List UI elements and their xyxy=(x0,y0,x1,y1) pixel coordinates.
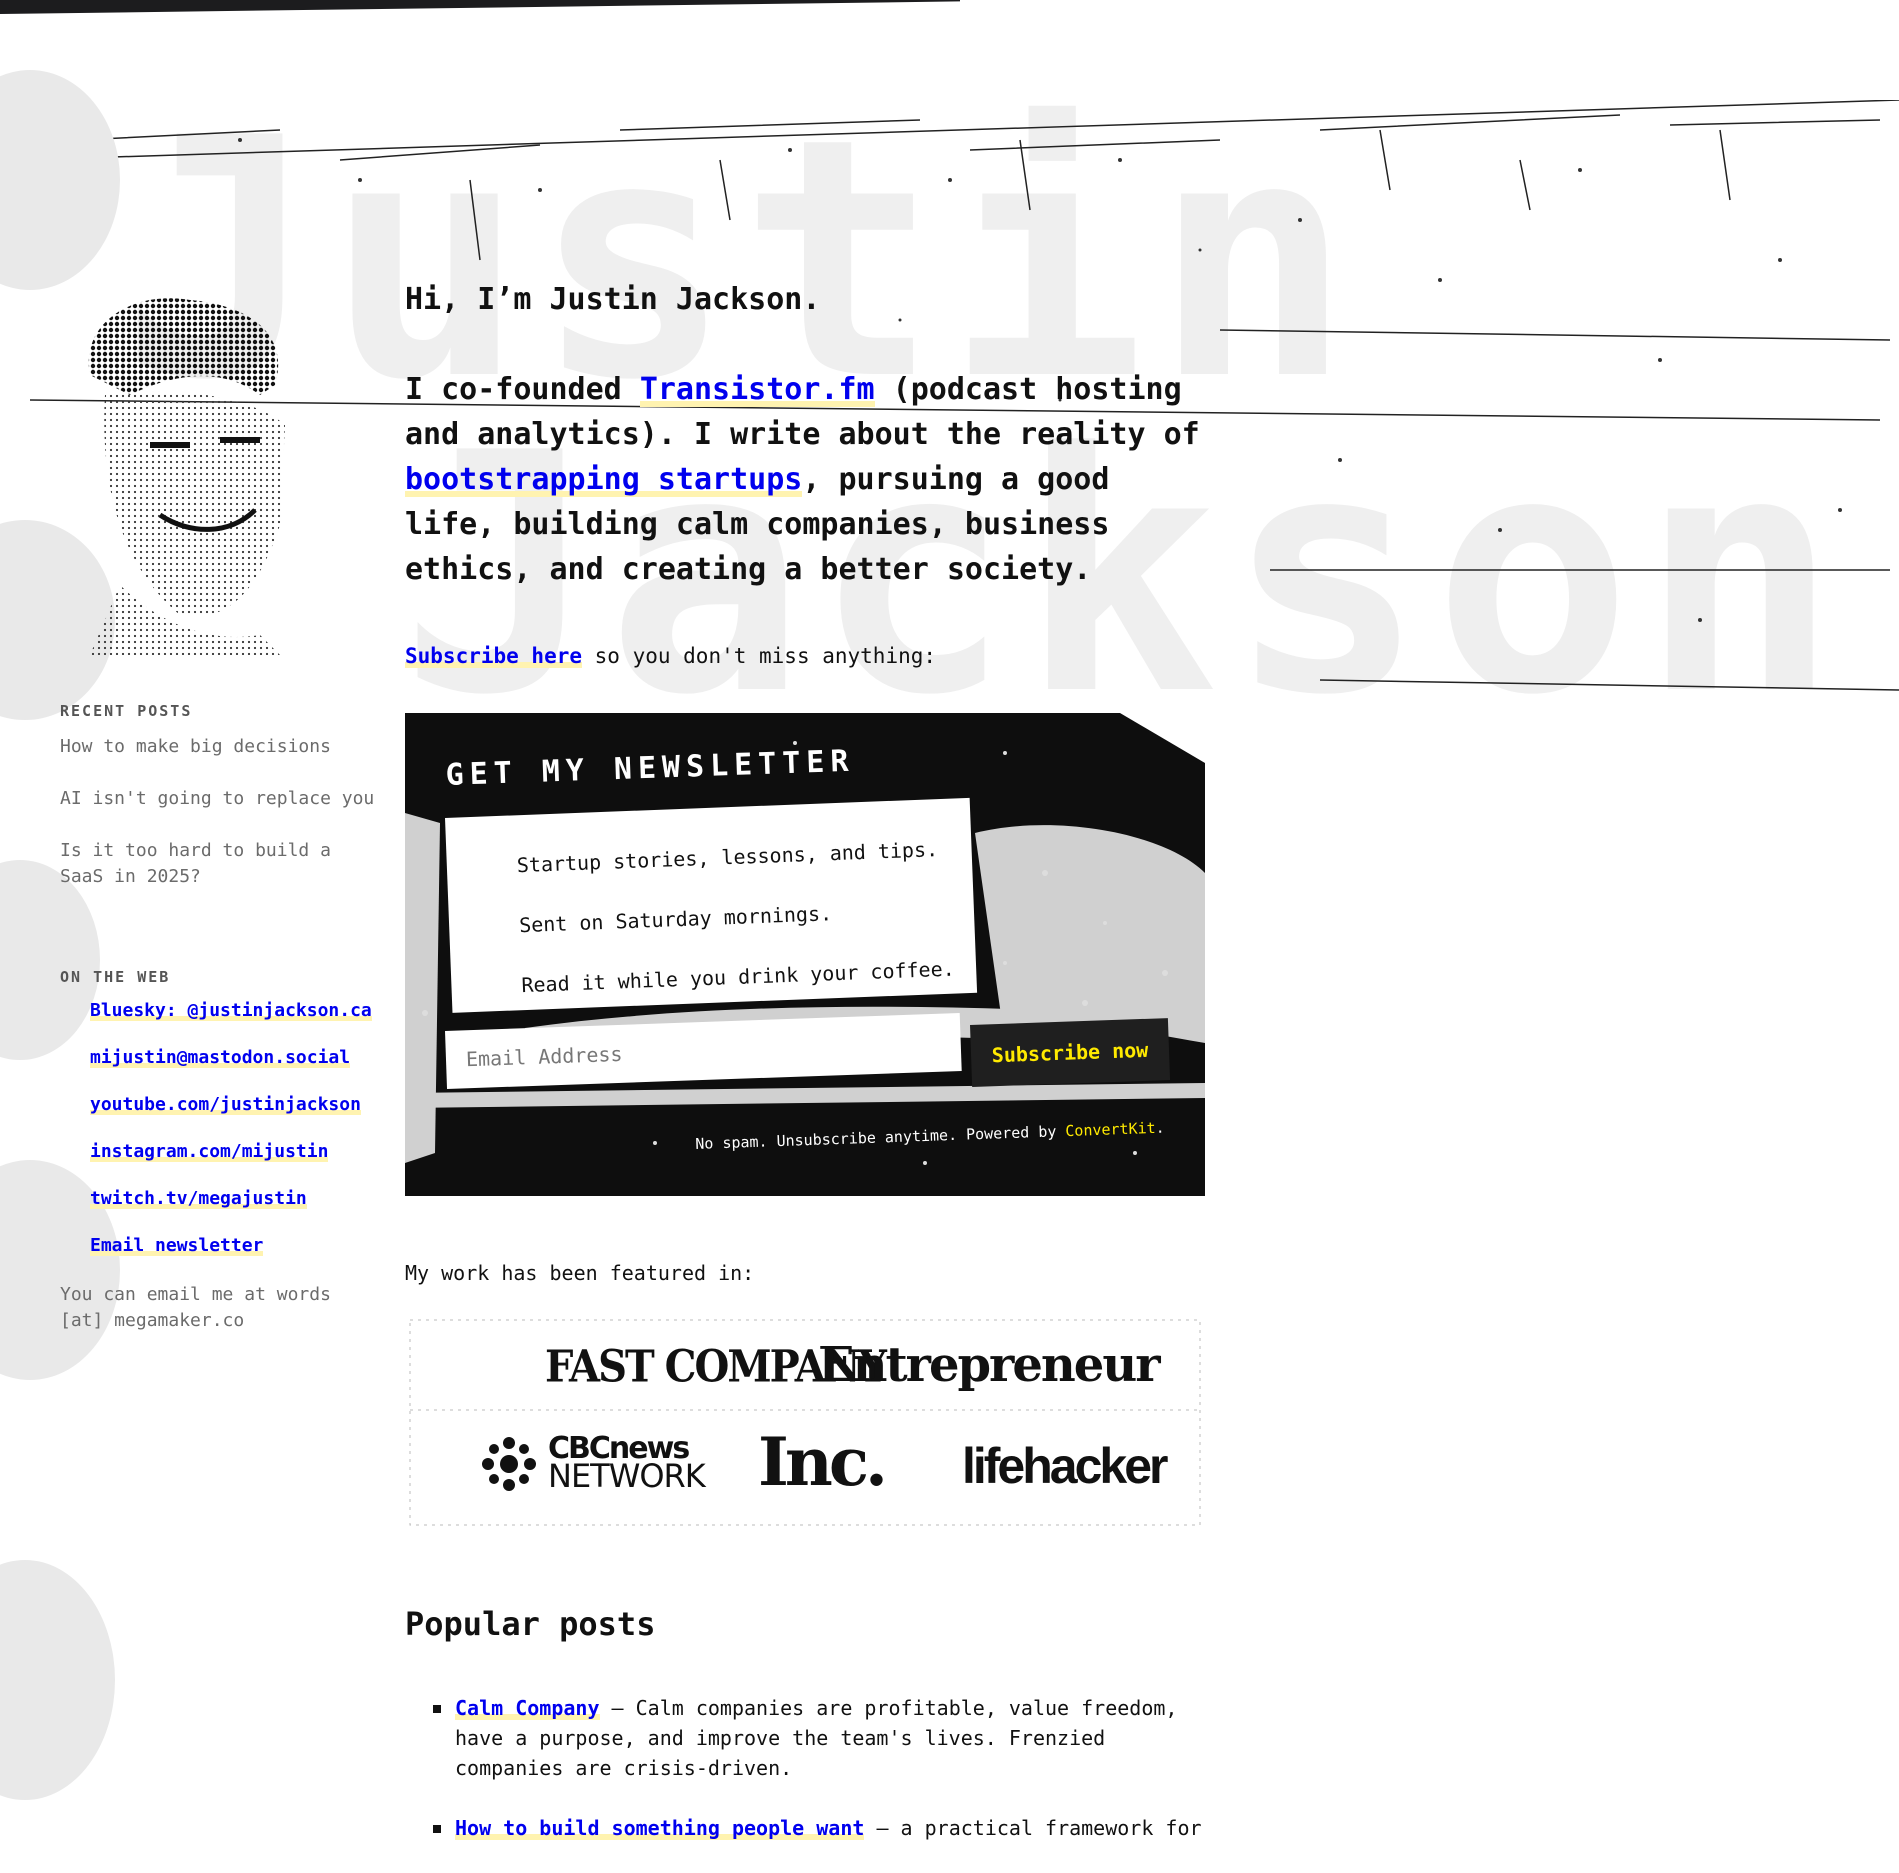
cbc-network-text: NETWORK xyxy=(548,1457,706,1495)
email-newsletter-link[interactable]: Email newsletter xyxy=(90,1235,264,1256)
on-the-web-heading: ON THE WEB xyxy=(60,968,171,986)
subscribe-line: Subscribe here so you don't miss anythin… xyxy=(405,644,1210,668)
mastodon-link[interactable]: mijustin@mastodon.social xyxy=(90,1047,351,1068)
calm-company-link[interactable]: Calm Company xyxy=(455,1696,600,1720)
popular-post-item: Calm Company — Calm companies are profit… xyxy=(433,1693,1210,1783)
recent-posts-heading: RECENT POSTS xyxy=(60,702,193,720)
popular-posts-heading: Popular posts xyxy=(405,1605,656,1643)
build-something-people-want-link[interactable]: How to build something people want xyxy=(455,1816,865,1840)
newsletter-signup: GET MY NEWSLETTER Startup stories, lesso… xyxy=(405,713,1205,1196)
recent-post-link[interactable]: AI isn't going to replace you xyxy=(60,786,380,812)
author-portrait xyxy=(88,298,285,655)
subscribe-here-link[interactable]: Subscribe here xyxy=(405,644,583,668)
subscribe-line-text: so you don't miss anything: xyxy=(582,644,937,668)
twitch-link[interactable]: twitch.tv/megajustin xyxy=(90,1188,307,1209)
greeting-heading: Hi, I’m Justin Jackson. xyxy=(405,282,821,317)
bootstrapping-startups-link[interactable]: bootstrapping startups xyxy=(405,462,803,497)
featured-logos: FAST COMPANY Entrepreneur CBCnews NETWOR… xyxy=(405,1315,1205,1530)
recent-post-link[interactable]: Is it too hard to build a SaaS in 2025? xyxy=(60,838,380,890)
email-note: You can email me at words [at] megamaker… xyxy=(60,1284,331,1331)
bluesky-link[interactable]: Bluesky: @justinjackson.ca xyxy=(90,1000,372,1021)
inc-logo: Inc. xyxy=(758,1423,888,1501)
top-bar xyxy=(0,0,960,14)
newsletter-line: Read it while you drink your coffee. xyxy=(521,956,956,998)
newsletter-description-card: Startup stories, lessons, and tips. Sent… xyxy=(445,797,978,1013)
transistor-link[interactable]: Transistor.fm xyxy=(639,372,875,407)
popular-posts-list: Calm Company — Calm companies are profit… xyxy=(405,1693,1210,1843)
newsletter-line: Startup stories, lessons, and tips. xyxy=(516,837,939,878)
youtube-link[interactable]: youtube.com/justinjackson xyxy=(90,1094,361,1115)
convertkit-link[interactable]: ConvertKit xyxy=(1065,1119,1156,1140)
intro-paragraph: I co-founded Transistor.fm (podcast host… xyxy=(405,367,1210,592)
intro-text: I co-founded xyxy=(405,372,640,407)
recent-posts-list: How to make big decisions AI isn't going… xyxy=(60,734,380,890)
lifehacker-logo: lifehacker xyxy=(962,1438,1168,1494)
newsletter-footer-end: . xyxy=(1155,1118,1165,1137)
cbc-news-network-logo: CBCnews NETWORK xyxy=(480,1431,720,1495)
main-content: Hi, I’m Justin Jackson. I co-founded Tra… xyxy=(405,282,1210,1873)
sidebar: RECENT POSTS How to make big decisions A… xyxy=(60,702,380,1334)
featured-label: My work has been featured in: xyxy=(405,1261,755,1285)
instagram-link[interactable]: instagram.com/mijustin xyxy=(90,1141,329,1162)
popular-post-description: — a practical framework for xyxy=(864,1816,1202,1840)
social-links-list: Bluesky: @justinjackson.ca mijustin@mast… xyxy=(60,1000,380,1256)
recent-post-link[interactable]: How to make big decisions xyxy=(60,734,380,760)
popular-post-item: How to build something people want — a p… xyxy=(433,1813,1210,1843)
cbc-gem-icon xyxy=(482,1437,536,1491)
subscribe-now-button[interactable]: Subscribe now xyxy=(970,1018,1171,1087)
newsletter-line: Sent on Saturday mornings. xyxy=(518,901,833,938)
entrepreneur-logo: Entrepreneur xyxy=(818,1337,1160,1393)
